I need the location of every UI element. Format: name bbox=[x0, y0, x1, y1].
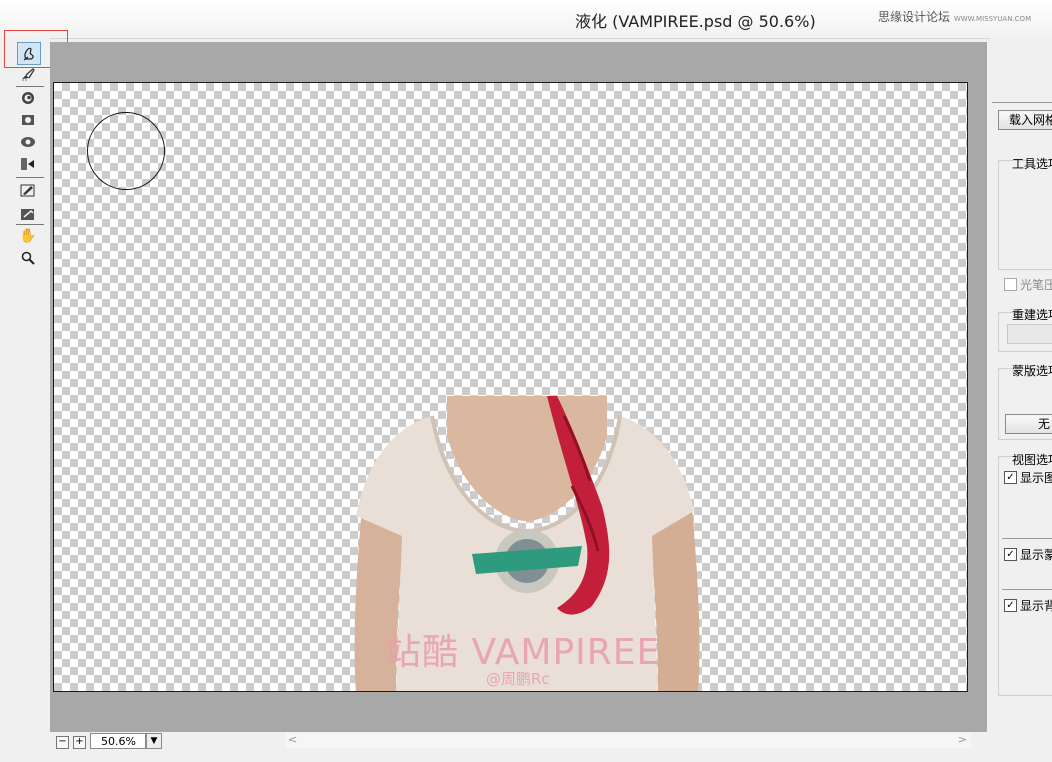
scroll-right-icon[interactable]: > bbox=[958, 733, 967, 746]
hand-tool[interactable]: ✋ bbox=[17, 226, 39, 246]
toolbar-divider bbox=[16, 224, 44, 225]
brush-icon bbox=[22, 68, 35, 81]
image-canvas[interactable]: 站酷 VAMPIREE @周鹏Rc bbox=[53, 82, 968, 692]
view-options-label: 视图选项 bbox=[1012, 453, 1052, 467]
push-left-tool[interactable] bbox=[17, 154, 39, 174]
brush-cursor bbox=[87, 112, 165, 190]
pucker-icon bbox=[22, 115, 34, 125]
window-title: 液化 (VAMPIREE.psd @ 50.6%) bbox=[575, 12, 816, 31]
bloat-icon bbox=[21, 137, 35, 147]
options-panel: 载入网格 工具选项 光笔压力 重建选项 蒙版选项 无 视图选项 ✓ 显示图像 ✓… bbox=[990, 38, 1052, 762]
watermark-text: 思缘设计论坛 bbox=[878, 10, 951, 24]
canvas-watermark-sub: @周鹏Rc bbox=[486, 670, 550, 688]
bloat-tool[interactable] bbox=[17, 132, 39, 152]
freeze-mask-tool[interactable] bbox=[17, 180, 39, 200]
zoom-out-button[interactable]: − bbox=[56, 736, 69, 749]
freeze-icon bbox=[20, 184, 35, 197]
watermark-url: WWW.MISSYUAN.COM bbox=[953, 15, 1032, 23]
thaw-mask-tool[interactable] bbox=[17, 204, 39, 224]
mask-none-button[interactable]: 无 bbox=[1005, 414, 1052, 434]
zoom-tool[interactable] bbox=[17, 248, 39, 268]
panel-divider bbox=[992, 102, 1052, 103]
stylus-pressure-label: 光笔压力 bbox=[1020, 278, 1052, 292]
load-mesh-button[interactable]: 载入网格 bbox=[998, 110, 1052, 130]
magnifier-icon bbox=[21, 251, 35, 265]
show-backdrop-checkbox[interactable]: ✓ 显示背景 bbox=[1004, 597, 1052, 614]
reconstruct-mode-field[interactable] bbox=[1007, 324, 1052, 344]
mask-options-label: 蒙版选项 bbox=[1012, 364, 1052, 378]
tool-options-group bbox=[998, 160, 1052, 270]
liquify-toolbar: ✋ bbox=[0, 38, 50, 762]
chevron-down-icon: ▼ bbox=[150, 736, 158, 746]
checkmark-icon: ✓ bbox=[1004, 548, 1017, 561]
site-watermark: 思缘设计论坛 WWW.MISSYUAN.COM bbox=[878, 8, 1031, 25]
title-bar: 液化 (VAMPIREE.psd @ 50.6%) 思缘设计论坛 WWW.MIS… bbox=[0, 0, 1052, 39]
checkmark-icon: ✓ bbox=[1004, 471, 1017, 484]
tool-options-label: 工具选项 bbox=[1012, 157, 1052, 171]
horizontal-scrollbar[interactable]: < > bbox=[286, 733, 971, 748]
view-options-group bbox=[998, 456, 1052, 696]
show-image-checkbox[interactable]: ✓ 显示图像 bbox=[1004, 469, 1052, 486]
toolbar-divider bbox=[16, 86, 44, 87]
panel-divider bbox=[1002, 589, 1052, 590]
checkmark-icon: ✓ bbox=[1004, 599, 1017, 612]
preview-side-strip bbox=[970, 42, 987, 732]
show-image-label: 显示图像 bbox=[1020, 471, 1052, 485]
twirl-tool[interactable] bbox=[17, 88, 39, 108]
swirl-icon bbox=[22, 92, 34, 104]
pucker-tool[interactable] bbox=[17, 110, 39, 130]
zoom-level-field[interactable]: 50.6% bbox=[90, 733, 146, 749]
thaw-icon bbox=[21, 209, 34, 220]
stylus-pressure-checkbox[interactable]: 光笔压力 bbox=[1004, 276, 1052, 293]
hand-icon: ✋ bbox=[19, 228, 37, 244]
show-mask-checkbox[interactable]: ✓ 显示蒙版 bbox=[1004, 546, 1052, 563]
toolbar-divider bbox=[16, 177, 44, 178]
zoom-bar: − + 50.6% ▼ < > bbox=[50, 732, 987, 762]
checkbox-box bbox=[1004, 278, 1017, 291]
panel-divider bbox=[1002, 538, 1052, 539]
scroll-left-icon[interactable]: < bbox=[288, 733, 297, 746]
zoom-dropdown-button[interactable]: ▼ bbox=[146, 733, 162, 749]
reconstruct-options-label: 重建选项 bbox=[1012, 308, 1052, 322]
zoom-in-button[interactable]: + bbox=[73, 736, 86, 749]
show-mask-label: 显示蒙版 bbox=[1020, 548, 1052, 562]
show-backdrop-label: 显示背景 bbox=[1020, 599, 1052, 613]
push-icon bbox=[21, 158, 34, 170]
